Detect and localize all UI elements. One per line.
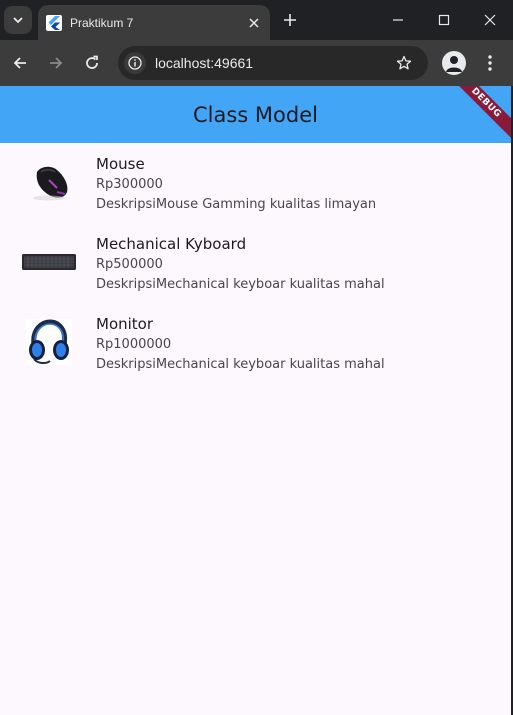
item-name: Monitor: [96, 315, 154, 333]
maximize-button[interactable]: [421, 0, 467, 40]
url-text[interactable]: localhost:49661: [155, 55, 392, 71]
app-bar: Class Model: [0, 86, 511, 143]
arrow-right-icon: [50, 57, 63, 69]
minimize-button[interactable]: [375, 0, 421, 40]
tab-search-button[interactable]: [4, 6, 32, 34]
page-viewport: Class Model DEBUG Mouse Rp300000 Deskrip…: [0, 86, 511, 715]
browser-tab[interactable]: Praktikum 7: [38, 5, 270, 40]
list-item[interactable]: Monitor Rp1000000 DeskripsiMechanical ke…: [0, 303, 511, 383]
close-icon: [249, 17, 259, 28]
arrow-left-icon: [13, 57, 26, 69]
close-icon: [484, 14, 496, 26]
chevron-down-icon: [13, 17, 23, 24]
minimize-icon: [393, 19, 403, 21]
browser-toolbar: localhost:49661: [0, 40, 513, 86]
item-description: DeskripsiMouse Gamming kualitas limayan: [96, 197, 377, 212]
item-price: Rp500000: [96, 257, 163, 272]
list-item[interactable]: Mouse Rp300000 DeskripsiMouse Gamming ku…: [0, 143, 511, 223]
item-price: Rp300000: [96, 177, 163, 192]
page-title: Class Model: [193, 102, 318, 127]
plus-icon: [284, 14, 296, 26]
kebab-menu-icon[interactable]: [478, 51, 502, 75]
close-window-button[interactable]: [467, 0, 513, 40]
product-list: Mouse Rp300000 DeskripsiMouse Gamming ku…: [0, 143, 511, 383]
new-tab-button[interactable]: [278, 8, 302, 32]
item-name: Mechanical Kyboard: [96, 235, 247, 253]
mouse-image: [22, 155, 76, 209]
item-price: Rp1000000: [96, 337, 172, 352]
headset-image: [22, 315, 76, 369]
browser-tabstrip: Praktikum 7: [0, 0, 513, 40]
reload-icon: [86, 55, 98, 69]
address-bar[interactable]: localhost:49661: [118, 46, 428, 80]
item-info: Mouse Rp300000 DeskripsiMouse Gamming ku…: [96, 153, 376, 215]
forward-button[interactable]: [42, 49, 70, 77]
item-info: Mechanical Kyboard Rp500000 DeskripsiMec…: [96, 233, 385, 295]
profile-avatar-icon[interactable]: [442, 51, 466, 75]
reload-button[interactable]: [78, 49, 106, 77]
list-item[interactable]: Mechanical Kyboard Rp500000 DeskripsiMec…: [0, 223, 511, 303]
item-description: DeskripsiMechanical keyboar kualitas mah…: [96, 277, 385, 292]
bookmark-star-icon[interactable]: [392, 51, 416, 75]
flutter-icon: [46, 14, 62, 31]
back-button[interactable]: [6, 49, 34, 77]
item-name: Mouse: [96, 155, 145, 173]
tab-close-button[interactable]: [244, 13, 264, 33]
tab-title: Praktikum 7: [70, 15, 134, 30]
item-description: DeskripsiMechanical keyboar kualitas mah…: [96, 357, 385, 372]
keyboard-image: [22, 235, 76, 289]
maximize-icon: [438, 14, 450, 26]
site-info-icon[interactable]: [124, 52, 146, 74]
item-info: Monitor Rp1000000 DeskripsiMechanical ke…: [96, 313, 385, 375]
